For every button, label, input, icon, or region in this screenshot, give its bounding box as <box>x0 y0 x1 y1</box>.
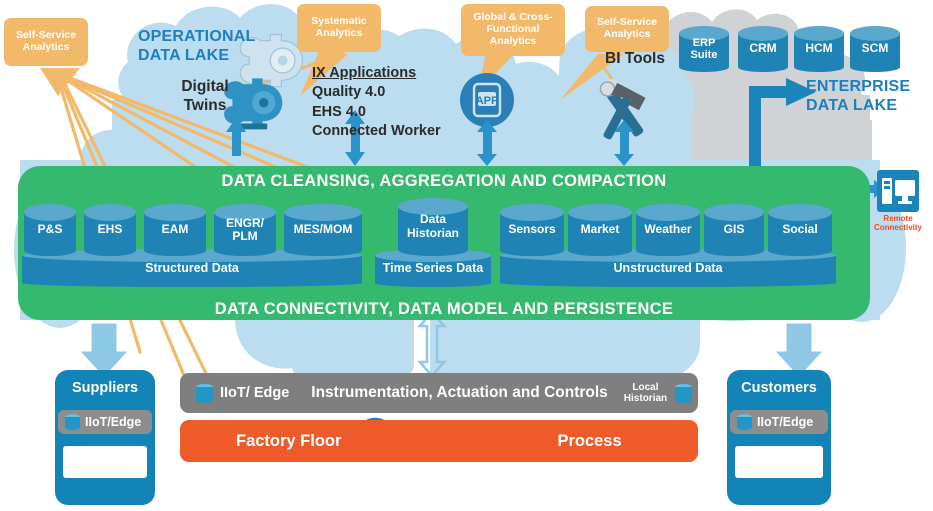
remote-label-line-2: Connectivity <box>873 223 922 233</box>
ix-applications-heading: IX Applications <box>312 65 417 81</box>
customers-icon-strip <box>735 446 823 478</box>
cylinder-crm[interactable]: CRM <box>738 26 788 72</box>
callout-text: Self-Service Analytics <box>596 16 658 40</box>
controls-bar-right-label: Local Historian <box>623 381 668 404</box>
cylinder-label: Weather <box>644 222 692 237</box>
suppliers-box[interactable]: Suppliers IIoT/Edge <box>55 370 155 505</box>
cylinder-icon <box>196 383 213 403</box>
pill-label: IIoT/Edge <box>85 415 142 429</box>
cylinder-label: HCM <box>805 41 833 56</box>
cylinder-label: CRM <box>749 41 777 56</box>
ix-line-ehs: EHS 4.0 <box>312 103 366 120</box>
title-line-1: ENTERPRISE <box>806 78 911 95</box>
label-line-2: Twins <box>183 96 227 114</box>
cylinder-label: ERP Suite <box>690 36 718 61</box>
cylinder-label: Social <box>782 222 818 237</box>
band-label-connectivity: DATA CONNECTIVITY, DATA MODEL AND PERSIS… <box>214 300 674 318</box>
digital-twins-label: Digital Twins <box>165 78 245 115</box>
callout-global-cross-functional-analytics[interactable]: Global & Cross- Functional Analytics <box>461 4 565 56</box>
factory-floor-label: Factory Floor <box>236 431 342 450</box>
customers-box[interactable]: Customers IIoT/Edge <box>727 370 831 505</box>
band-label-cleansing: DATA CLEANSING, AGGREGATION AND COMPACTI… <box>221 172 667 190</box>
cylinder-icon <box>65 414 80 430</box>
pill-label: IIoT/Edge <box>757 415 814 429</box>
cylinder-label: SCM <box>861 41 889 56</box>
callout-systematic-analytics[interactable]: Systematic Analytics <box>297 4 381 52</box>
cylinder-mes-mom[interactable]: MES/MOM <box>284 204 362 256</box>
controls-bar-center-label: Instrumentation, Actuation and Controls <box>311 384 608 401</box>
callout-text: Global & Cross- Functional Analytics <box>473 11 553 47</box>
ix-applications-block: IX Applications Quality 4.0 EHS 4.0 Conn… <box>312 64 502 141</box>
cylinder-erp-suite[interactable]: ERP Suite <box>679 26 729 72</box>
customers-title: Customers <box>741 380 817 396</box>
cylinder-label: P&S <box>37 222 63 237</box>
bi-tools-text: BI Tools <box>605 50 665 67</box>
controls-bar-left-label: IIoT/ Edge <box>220 385 290 401</box>
arrow-down-suppliers <box>80 323 128 377</box>
ix-line-quality: Quality 4.0 <box>312 84 386 101</box>
cylinder-sensors[interactable]: Sensors <box>500 204 564 256</box>
cylinder-gis[interactable]: GIS <box>704 204 764 256</box>
remote-connectivity-label: Remote Connectivity <box>862 214 933 232</box>
cylinder-icon <box>737 414 752 430</box>
suppliers-iiot-edge-pill[interactable]: IIoT/Edge <box>58 410 152 434</box>
title-line-2: DATA LAKE <box>806 96 898 114</box>
callout-self-service-analytics-left[interactable]: Self-Service Analytics <box>4 18 88 66</box>
remote-label-line-1: Remote <box>883 214 913 223</box>
cylinder-label: Market <box>580 222 620 237</box>
cylinder-label: EHS <box>97 222 123 237</box>
cylinder-ehs[interactable]: EHS <box>84 204 136 256</box>
arrow-down-customers <box>775 323 823 377</box>
cylinder-scm[interactable]: SCM <box>850 26 900 72</box>
bi-tools-label: BI Tools <box>585 50 685 69</box>
callout-text: Systematic Analytics <box>311 15 367 39</box>
customers-iiot-edge-pill[interactable]: IIoT/Edge <box>730 410 828 434</box>
suppliers-icon-strip <box>63 446 147 478</box>
cylinder-label: Data Historian <box>406 212 459 240</box>
cylinder-ps[interactable]: P&S <box>24 204 76 256</box>
enterprise-data-lake-title: ENTERPRISE DATA LAKE <box>806 78 933 116</box>
controls-bar[interactable]: IIoT/ Edge Instrumentation, Actuation an… <box>180 373 698 413</box>
cylinder-label: ENGR/ PLM <box>225 215 264 243</box>
cylinder-icon <box>675 383 693 403</box>
cylinder-eam[interactable]: EAM <box>144 204 206 256</box>
diagram-canvas: APP Self-Service Analytics Systematic An… <box>0 0 933 511</box>
cylinder-weather[interactable]: Weather <box>636 204 700 256</box>
cylinder-hcm[interactable]: HCM <box>794 26 844 72</box>
cylinder-data-historian[interactable]: Data Historian <box>398 198 468 256</box>
suppliers-title: Suppliers <box>71 380 139 396</box>
ix-line-connected-worker: Connected Worker <box>312 122 441 139</box>
cylinder-label: EAM <box>161 222 189 237</box>
factory-floor-bar[interactable]: Factory Floor Process <box>180 420 698 462</box>
cylinder-label: Sensors <box>508 222 556 237</box>
process-label: Process <box>557 431 622 450</box>
label-line-1: Digital <box>181 78 229 95</box>
cylinder-label: MES/MOM <box>293 222 353 237</box>
cylinder-engr-plm[interactable]: ENGR/ PLM <box>214 204 276 256</box>
cylinder-market[interactable]: Market <box>568 204 632 256</box>
monitor-tower-icon <box>877 170 919 212</box>
callout-self-service-analytics-right[interactable]: Self-Service Analytics <box>585 6 669 52</box>
callout-text: Self-Service Analytics <box>15 29 77 53</box>
cylinder-label: GIS <box>723 222 745 237</box>
cylinder-social[interactable]: Social <box>768 204 832 256</box>
